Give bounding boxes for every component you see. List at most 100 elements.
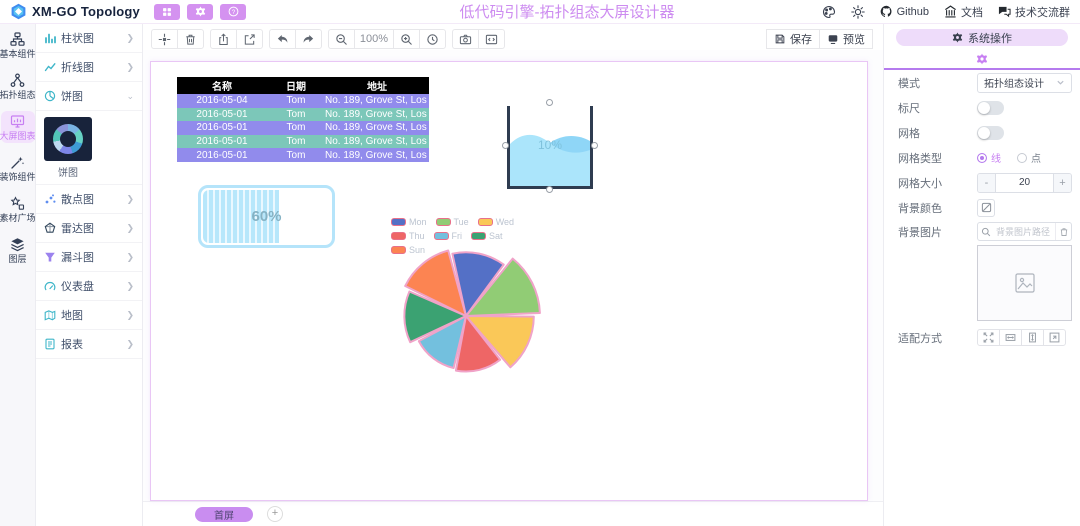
docs-link[interactable]: 文档 xyxy=(944,4,983,20)
community-link[interactable]: 技术交流群 xyxy=(998,4,1070,20)
preview-icon xyxy=(827,33,839,45)
pie-thumbnail[interactable] xyxy=(44,117,92,161)
progress-widget[interactable]: 60% xyxy=(198,185,335,248)
rail-item-material-market[interactable]: 素材广场 xyxy=(1,193,35,225)
selection-handle-left[interactable] xyxy=(502,142,509,149)
undo-icon[interactable] xyxy=(269,29,296,49)
gear-icon[interactable] xyxy=(187,4,213,20)
rose-chart[interactable] xyxy=(388,238,544,394)
github-link[interactable]: Github xyxy=(880,5,929,18)
bg-image-preview[interactable] xyxy=(977,245,1072,321)
color-picker-icon xyxy=(981,202,992,213)
system-operation-header[interactable]: 系统操作 xyxy=(896,29,1068,46)
bg-image-label: 背景图片 xyxy=(898,224,977,240)
zoom-out-icon[interactable] xyxy=(328,29,355,49)
add-screen-button[interactable]: + xyxy=(267,506,283,522)
rail-item-decorations[interactable]: 装饰组件 xyxy=(1,152,35,184)
panel-item-funnel-chart[interactable]: 漏斗图 ❯ xyxy=(36,243,142,272)
fit-height-icon[interactable] xyxy=(1021,329,1044,346)
rail-item-screen-charts[interactable]: 大屏图表 xyxy=(1,111,35,143)
chevron-right-icon: ❯ xyxy=(126,339,134,350)
panel-item-pie-chart[interactable]: 饼图 ⌄ xyxy=(36,82,142,111)
legend-item[interactable]: Wed xyxy=(478,217,514,227)
table-header: 名称 xyxy=(177,78,267,93)
rail-item-layers[interactable]: 图层 xyxy=(1,234,35,266)
panel-item-label: 仪表盘 xyxy=(61,278,94,294)
panel-item-radar-chart[interactable]: 雷达图 ❯ xyxy=(36,214,142,243)
table-cell: Tom xyxy=(267,109,325,120)
legend-item[interactable]: Tue xyxy=(436,217,469,227)
embed-code-icon[interactable] xyxy=(478,29,505,49)
fit-width-icon[interactable] xyxy=(999,329,1022,346)
table-cell: Tom xyxy=(267,95,325,106)
panel-item-gauge-chart[interactable]: 仪表盘 ❯ xyxy=(36,272,142,301)
history-icon[interactable] xyxy=(419,29,446,49)
bg-image-path-input[interactable] xyxy=(994,227,1055,237)
rail-item-topology[interactable]: 拓扑组态 xyxy=(1,70,35,102)
table-header: 日期 xyxy=(267,78,325,93)
delete-icon[interactable] xyxy=(177,29,204,49)
rail-item-basic-components[interactable]: 基本组件 xyxy=(1,29,35,61)
panel-item-report[interactable]: 报表 ❯ xyxy=(36,330,142,359)
legend-item[interactable]: Mon xyxy=(391,217,427,227)
chevron-right-icon: ❯ xyxy=(126,62,134,73)
screen-tabs-bar: 首屏 + xyxy=(143,501,883,526)
save-button[interactable]: 保存 xyxy=(766,29,820,49)
ruler-toggle[interactable] xyxy=(977,101,1004,115)
ruler-label: 标尺 xyxy=(898,100,977,116)
canvas-toolbar: 100% 保存 预览 xyxy=(143,24,883,50)
selection-handle-top[interactable] xyxy=(546,99,553,106)
export-icon[interactable] xyxy=(236,29,263,49)
zoom-in-icon[interactable] xyxy=(393,29,420,49)
panel-item-bar-chart[interactable]: 柱状图 ❯ xyxy=(36,24,142,53)
question-icon[interactable]: ? xyxy=(220,4,246,20)
settings-tab[interactable] xyxy=(884,50,1080,70)
table-cell: 2016-05-01 xyxy=(177,122,267,133)
grid-icon[interactable] xyxy=(154,4,180,20)
table-row: 2016-05-01TomNo. 189, Grove St, Los An..… xyxy=(177,108,429,122)
grid-type-label: 网格类型 xyxy=(898,150,977,166)
bg-color-picker[interactable] xyxy=(977,199,995,217)
selection-handle-bottom[interactable] xyxy=(546,186,553,193)
docs-icon xyxy=(944,5,957,18)
data-table-widget[interactable]: 名称 日期 地址 2016-05-04TomNo. 189, Grove St,… xyxy=(177,77,429,162)
redo-icon[interactable] xyxy=(295,29,322,49)
fit-scale-icon[interactable] xyxy=(1043,329,1066,346)
preview-button[interactable]: 预览 xyxy=(819,29,873,49)
theme-palette-icon[interactable] xyxy=(822,5,836,19)
search-icon[interactable] xyxy=(978,223,994,240)
grid-type-dot-radio[interactable]: 点 xyxy=(1017,150,1041,165)
import-icon[interactable] xyxy=(210,29,237,49)
table-body: 2016-05-04TomNo. 189, Grove St, Los An..… xyxy=(177,94,429,162)
stepper-increase-button[interactable]: + xyxy=(1053,174,1071,192)
grid-label: 网格 xyxy=(898,125,977,141)
screen-tab-home[interactable]: 首屏 xyxy=(195,507,253,522)
mode-label: 模式 xyxy=(898,75,977,91)
mode-select[interactable]: 拓扑组态设计 xyxy=(977,73,1072,93)
table-cell: No. 189, Grove St, Los An... xyxy=(325,122,429,133)
grid-size-input[interactable] xyxy=(996,174,1053,192)
fit-stretch-icon[interactable] xyxy=(977,329,1000,346)
screenshot-icon[interactable] xyxy=(452,29,479,49)
canvas-area[interactable]: 名称 日期 地址 2016-05-04TomNo. 189, Grove St,… xyxy=(143,50,883,501)
clear-bg-image-icon[interactable] xyxy=(1055,223,1071,240)
selection-handle-right[interactable] xyxy=(591,142,598,149)
multi-select-icon[interactable] xyxy=(151,29,178,49)
legend-label: Mon xyxy=(409,217,427,227)
panel-item-line-chart[interactable]: 折线图 ❯ xyxy=(36,53,142,82)
liquid-gauge-widget[interactable]: 10% xyxy=(507,106,593,189)
panel-item-map-chart[interactable]: 地图 ❯ xyxy=(36,301,142,330)
donut-chart-preview xyxy=(53,124,83,154)
grid-size-label: 网格大小 xyxy=(898,175,977,191)
grid-type-line-radio[interactable]: 线 xyxy=(977,150,1001,165)
grid-toggle[interactable] xyxy=(977,126,1004,140)
stepper-decrease-button[interactable]: - xyxy=(978,174,996,192)
zoom-level[interactable]: 100% xyxy=(354,29,394,49)
theme-light-icon[interactable] xyxy=(851,5,865,19)
app-logo: XM-GO Topology xyxy=(10,3,140,20)
panel-item-scatter-chart[interactable]: 散点图 ❯ xyxy=(36,185,142,214)
radar-chart-icon xyxy=(44,222,56,234)
mode-value: 拓扑组态设计 xyxy=(984,75,1044,90)
design-page[interactable]: 名称 日期 地址 2016-05-04TomNo. 189, Grove St,… xyxy=(150,61,868,501)
mode-row: 模式 拓扑组态设计 xyxy=(884,70,1080,95)
